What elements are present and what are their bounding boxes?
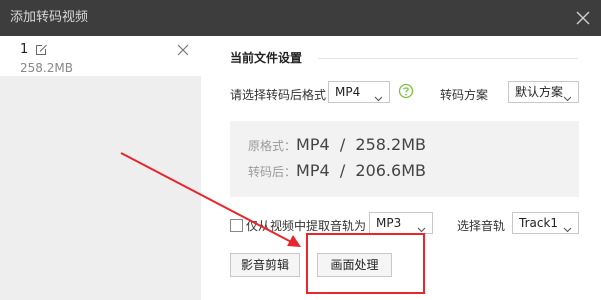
annotation-arrow [120,152,301,247]
